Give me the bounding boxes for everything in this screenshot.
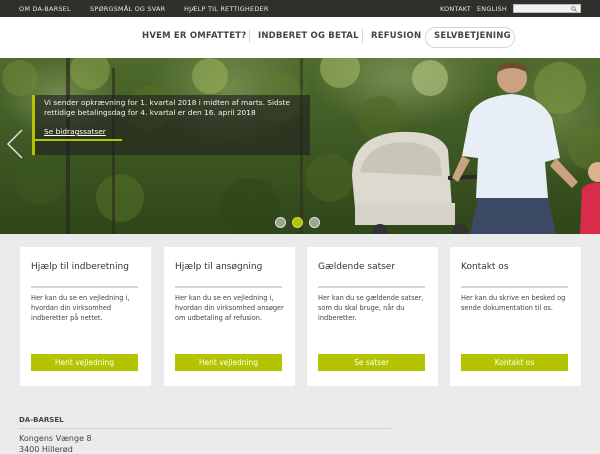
slider-dot[interactable] — [309, 217, 320, 228]
card-description: Her kan du se gældende satser, som du sk… — [318, 294, 424, 322]
card-title: Hjælp til ansøgning — [175, 262, 263, 272]
nav-refusion[interactable]: REFUSION — [371, 31, 421, 41]
hero-prev-arrow-icon[interactable] — [0, 124, 40, 164]
nav-hvem-er-omfattet[interactable]: HVEM ER OMFATTET? — [142, 31, 246, 41]
card-kontakt-os: Kontakt os Her kan du skrive en besked o… — [450, 247, 581, 386]
hero-caption: Vi sender opkrævning for 1. kvartal 2018… — [32, 95, 310, 155]
topbar-link-rettigheder[interactable]: HJÆLP TIL RETTIGHEDER — [184, 5, 269, 13]
se-satser-button[interactable]: Se satser — [318, 354, 425, 371]
card-divider — [318, 286, 425, 288]
topbar-link-english[interactable]: ENGLISH — [477, 5, 507, 13]
nav-indberet-og-betal[interactable]: INDBERET OG BETAL — [258, 31, 359, 41]
hent-vejledning-button[interactable]: Hent vejledning — [31, 354, 138, 371]
search-box — [513, 4, 581, 13]
kontakt-os-button[interactable]: Kontakt os — [461, 354, 568, 371]
footer: DA-BARSEL Kongens Vænge 8 3400 Hillerød — [0, 402, 600, 454]
nav-divider — [249, 29, 250, 43]
card-description: Her kan du se en vejledning i, hvordan d… — [175, 294, 284, 322]
topbar-link-faq[interactable]: SPØRGSMÅL OG SVAR — [90, 5, 165, 13]
topbar-link-om[interactable]: OM DA-BARSEL — [19, 5, 71, 13]
footer-address-street: Kongens Vænge 8 — [19, 434, 92, 443]
card-description: Her kan du se en vejledning i, hvordan d… — [31, 294, 130, 322]
card-divider — [175, 286, 282, 288]
topbar-link-kontakt[interactable]: KONTAKT — [440, 5, 471, 13]
hero-caption-text: Vi sender opkrævning for 1. kvartal 2018… — [44, 98, 290, 117]
card-title: Kontakt os — [461, 262, 509, 272]
card-gaeldende-satser: Gældende satser Her kan du se gældende s… — [307, 247, 438, 386]
child-shape — [580, 162, 600, 234]
hero-link-bidragssatser[interactable]: Se bidragssatser — [44, 127, 122, 141]
footer-divider — [19, 428, 391, 429]
card-hjaelp-indberetning: Hjælp til indberetning Her kan du se en … — [20, 247, 151, 386]
card-divider — [31, 286, 138, 288]
card-title: Gældende satser — [318, 262, 396, 272]
main-header: HVEM ER OMFATTET? INDBERET OG BETAL REFU… — [0, 17, 600, 58]
search-input[interactable] — [516, 5, 568, 12]
card-description: Her kan du skrive en besked og sende dok… — [461, 294, 566, 312]
search-icon[interactable] — [571, 6, 577, 12]
slider-dot-active[interactable] — [292, 217, 303, 228]
slider-dot[interactable] — [275, 217, 286, 228]
nav-selvbetjening[interactable]: SELVBETJENING — [434, 31, 511, 41]
card-hjaelp-ansoegning: Hjælp til ansøgning Her kan du se en vej… — [164, 247, 295, 386]
top-bar: OM DA-BARSEL SPØRGSMÅL OG SVAR HJÆLP TIL… — [0, 0, 600, 17]
card-title: Hjælp til indberetning — [31, 262, 129, 272]
hent-vejledning-button[interactable]: Hent vejledning — [175, 354, 282, 371]
hero-banner: Vi sender opkrævning for 1. kvartal 2018… — [0, 58, 600, 234]
nav-divider — [362, 29, 363, 43]
footer-title: DA-BARSEL — [19, 416, 64, 424]
card-divider — [461, 286, 568, 288]
